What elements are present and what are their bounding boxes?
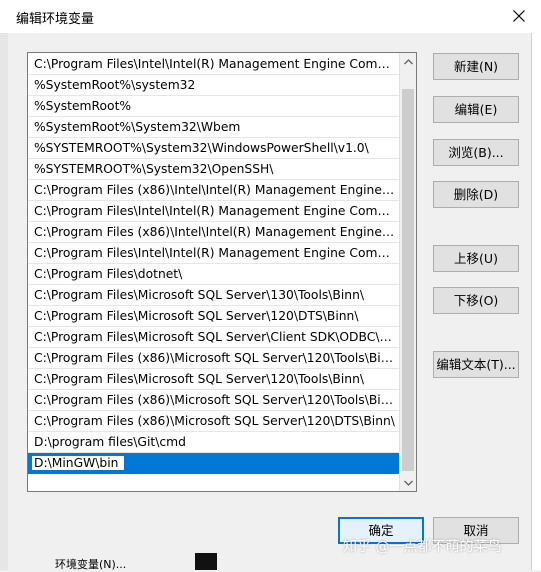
list-item-text: %SYSTEMROOT%\System32\OpenSSH\ (34, 162, 274, 176)
move-down-button[interactable]: 下移(O) (433, 287, 519, 314)
list-item[interactable]: %SystemRoot%\system32 (28, 75, 400, 96)
list-item[interactable]: C:\Program Files (x86)\Intel\Intel(R) Ma… (28, 222, 400, 243)
list-item[interactable]: C:\Program Files\Microsoft SQL Server\Cl… (28, 327, 400, 348)
list-item[interactable]: C:\Program Files\Microsoft SQL Server\12… (28, 306, 400, 327)
close-icon (513, 10, 525, 22)
chevron-up-icon (403, 58, 413, 64)
list-item-editing[interactable] (28, 453, 400, 474)
edit-button[interactable]: 编辑(E) (433, 96, 519, 123)
list-item-text: C:\Program Files\Intel\Intel(R) Manageme… (34, 246, 400, 260)
list-item[interactable]: C:\Program Files (x86)\Microsoft SQL Ser… (28, 348, 400, 369)
new-button[interactable]: 新建(N) (433, 53, 519, 80)
list-item[interactable]: C:\Program Files (x86)\Microsoft SQL Ser… (28, 390, 400, 411)
list-item-text: D:\program files\Git\cmd (34, 435, 186, 449)
list-item-text: C:\Program Files (x86)\Intel\Intel(R) Ma… (34, 183, 400, 197)
scrollbar-thumb[interactable] (402, 89, 414, 471)
background-window-right (531, 33, 541, 570)
list-item[interactable]: C:\Program Files\Microsoft SQL Server\13… (28, 285, 400, 306)
scroll-down-button[interactable] (400, 474, 416, 491)
list-item-text: %SystemRoot%\system32 (34, 78, 196, 92)
move-up-button[interactable]: 上移(U) (433, 245, 519, 272)
list-item[interactable]: C:\Program Files\dotnet\ (28, 264, 400, 285)
list-item-text: C:\Program Files\dotnet\ (34, 267, 183, 281)
list-item-text: C:\Program Files\Intel\Intel(R) Manageme… (34, 57, 400, 71)
delete-button[interactable]: 删除(D) (433, 181, 519, 208)
vertical-scrollbar[interactable] (399, 53, 416, 491)
list-item-text: C:\Program Files\Microsoft SQL Server\Cl… (34, 330, 400, 344)
watermark-text: 知乎 @一点都不萌的菜鸟 (343, 539, 502, 555)
list-item[interactable]: %SystemRoot%\System32\Wbem (28, 117, 400, 138)
path-list[interactable]: C:\Program Files\Intel\Intel(R) Manageme… (27, 52, 417, 492)
close-button[interactable] (503, 3, 535, 29)
path-edit-input[interactable] (31, 455, 125, 471)
list-item[interactable]: C:\Program Files (x86)\Microsoft SQL Ser… (28, 411, 400, 432)
list-item-text: C:\Program Files\Microsoft SQL Server\12… (34, 309, 359, 323)
list-item[interactable]: C:\Program Files\Microsoft SQL Server\12… (28, 369, 400, 390)
title-bar: 编辑环境变量 (0, 0, 541, 33)
list-item-text: %SYSTEMROOT%\System32\WindowsPowerShell\… (34, 141, 369, 155)
list-item[interactable]: %SYSTEMROOT%\System32\WindowsPowerShell\… (28, 138, 400, 159)
chevron-down-icon (403, 480, 413, 486)
list-item-text: C:\Program Files (x86)\Microsoft SQL Ser… (34, 414, 395, 428)
list-item-text: C:\Program Files (x86)\Microsoft SQL Ser… (34, 393, 400, 407)
scroll-up-button[interactable] (400, 53, 416, 70)
list-item[interactable]: %SystemRoot% (28, 96, 400, 117)
list-item[interactable]: C:\Program Files\Intel\Intel(R) Manageme… (28, 201, 400, 222)
list-item-text: %SystemRoot% (34, 99, 132, 113)
list-item[interactable]: %SYSTEMROOT%\System32\OpenSSH\ (28, 159, 400, 180)
list-item-text: C:\Program Files\Intel\Intel(R) Manageme… (34, 204, 400, 218)
list-item-text: %SystemRoot%\System32\Wbem (34, 120, 241, 134)
window-title: 编辑环境变量 (16, 12, 95, 27)
edit-text-button[interactable]: 编辑文本(T)... (433, 351, 519, 378)
list-item-text: C:\Program Files (x86)\Microsoft SQL Ser… (34, 351, 400, 365)
list-item-text: C:\Program Files (x86)\Intel\Intel(R) Ma… (34, 225, 400, 239)
background-dark-block (195, 553, 217, 570)
list-item[interactable]: C:\Program Files\Intel\Intel(R) Manageme… (28, 54, 400, 75)
path-list-rows: C:\Program Files\Intel\Intel(R) Manageme… (28, 54, 400, 474)
list-item[interactable]: C:\Program Files\Intel\Intel(R) Manageme… (28, 243, 400, 264)
list-item-text: C:\Program Files\Microsoft SQL Server\12… (34, 372, 365, 386)
background-window-left (0, 33, 8, 570)
browse-button[interactable]: 浏览(B)... (433, 139, 519, 166)
list-item-text: C:\Program Files\Microsoft SQL Server\13… (34, 288, 365, 302)
list-item[interactable]: D:\program files\Git\cmd (28, 432, 400, 453)
list-item[interactable]: C:\Program Files (x86)\Intel\Intel(R) Ma… (28, 180, 400, 201)
